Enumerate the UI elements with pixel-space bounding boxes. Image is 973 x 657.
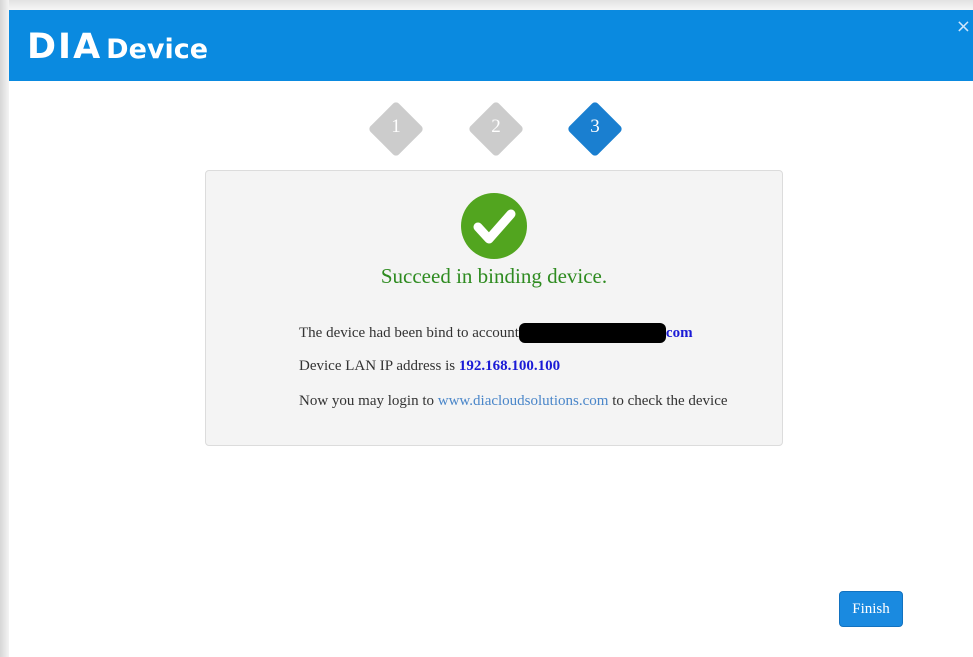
window-top-edge	[0, 0, 973, 10]
lan-ip-line: Device LAN IP address is 192.168.100.100	[299, 358, 560, 375]
logo-device-text: Device	[106, 34, 209, 65]
account-prefix: The device had been bind to account	[299, 324, 519, 341]
login-prefix: Now you may login to	[299, 393, 438, 409]
result-panel: Succeed in binding device. The device ha…	[205, 170, 783, 446]
account-line: The device had been bind to account com	[299, 323, 693, 343]
dia-device-logo: DIA Device	[27, 27, 208, 67]
logo-dia-text: DIA	[27, 27, 103, 67]
lan-ip-value: 192.168.100.100	[458, 358, 561, 374]
success-message: Succeed in binding device.	[380, 264, 608, 288]
redacted-account	[518, 323, 666, 343]
header-bar: DIA Device ×	[9, 10, 973, 81]
lan-ip-prefix: Device LAN IP address is	[299, 358, 459, 374]
step-2-label: 2	[491, 116, 501, 137]
login-line: Now you may login to www.diacloudsolutio…	[299, 393, 728, 410]
step-1-label: 1	[391, 116, 401, 137]
finish-button[interactable]: Finish	[839, 591, 903, 627]
step-3-label: 3	[590, 116, 600, 137]
dialog-window: DIA Device × 1 2 3 Succeed in binding de…	[0, 0, 973, 657]
dia-cloud-link[interactable]: www.diacloudsolutions.com	[438, 393, 609, 410]
window-left-edge	[0, 0, 9, 657]
login-suffix: to check the device	[608, 393, 728, 409]
account-suffix: com	[665, 324, 693, 341]
check-circle-icon	[461, 193, 527, 259]
close-icon[interactable]: ×	[956, 18, 971, 36]
